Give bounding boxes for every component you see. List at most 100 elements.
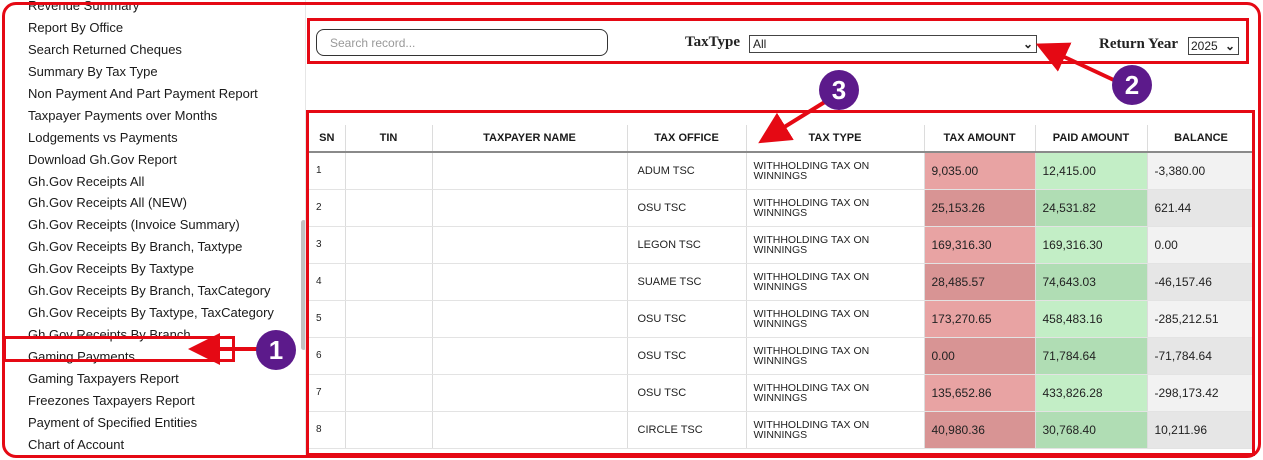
- table-body: 1 ADUM TSC WITHHOLDING TAX ON WINNINGS 9,03…: [309, 152, 1255, 449]
- cell-tin: [345, 263, 433, 301]
- sidebar-item[interactable]: Gh.Gov Receipts By Taxtype, TaxCategory: [5, 302, 305, 324]
- cell-paid-amount: 30,768.40: [1035, 411, 1148, 449]
- cell-taxpayer-name: [432, 374, 628, 412]
- sidebar-item[interactable]: Non Payment And Part Payment Report: [5, 83, 305, 105]
- cell-tax-office: SUAME TSC: [627, 263, 747, 301]
- cell-tax-type: WITHHOLDING TAX ON WINNINGS: [746, 411, 925, 449]
- cell-tin: [345, 374, 433, 412]
- column-header[interactable]: TAX AMOUNT: [924, 125, 1036, 153]
- cell-taxpayer-name: [432, 337, 628, 375]
- cell-tax-type: WITHHOLDING TAX ON WINNINGS: [746, 263, 925, 301]
- filter-highlight: [307, 18, 1249, 64]
- sidebar-item[interactable]: Search Returned Cheques: [5, 39, 305, 61]
- sidebar-item[interactable]: Summary By Tax Type: [5, 61, 305, 83]
- sidebar: Revenue Summary Report By Office Search Re…: [5, 0, 305, 458]
- column-header[interactable]: SN: [309, 125, 346, 153]
- column-header[interactable]: TAXPAYER NAME: [432, 125, 628, 153]
- cell-tax-type: WITHHOLDING TAX ON WINNINGS: [746, 300, 925, 338]
- sidebar-item[interactable]: Taxpayer Payments over Months: [5, 105, 305, 127]
- cell-tax-office: ADUM TSC: [627, 152, 747, 190]
- cell-tax-office: OSU TSC: [627, 189, 747, 227]
- sidebar-item[interactable]: Gh.Gov Receipts By Branch, TaxCategory: [5, 280, 305, 302]
- callout-badge-1: 1: [256, 330, 296, 370]
- table-header-row: SN TIN TAXPAYER NAME TAX OFFICE TAX TYPE TAX …: [309, 125, 1255, 153]
- callout-badge-3: 3: [819, 70, 859, 110]
- cell-tax-office: LEGON TSC: [627, 226, 747, 264]
- table-row[interactable]: 4 SUAME TSC WITHHOLDING TAX ON WINNINGS 28,…: [309, 263, 1255, 301]
- sidebar-item[interactable]: Download Gh.Gov Report: [5, 149, 305, 171]
- cell-sn: 3: [309, 226, 346, 264]
- cell-balance: -285,212.51: [1147, 300, 1255, 338]
- cell-sn: 5: [309, 300, 346, 338]
- cell-sn: 4: [309, 263, 346, 301]
- cell-paid-amount: 24,531.82: [1035, 189, 1148, 227]
- cell-tin: [345, 300, 433, 338]
- cell-taxpayer-name: [432, 263, 628, 301]
- sidebar-item[interactable]: Report By Office: [5, 17, 305, 39]
- payments-table: SN TIN TAXPAYER NAME TAX OFFICE TAX TYPE TAX …: [309, 125, 1255, 449]
- cell-sn: 6: [309, 337, 346, 375]
- sidebar-item[interactable]: Gh.Gov Receipts By Branch, Taxtype: [5, 236, 305, 258]
- column-header[interactable]: TIN: [345, 125, 433, 153]
- cell-sn: 7: [309, 374, 346, 412]
- table-row[interactable]: 8 CIRCLE TSC WITHHOLDING TAX ON WINNINGS 40…: [309, 411, 1255, 449]
- column-header[interactable]: PAID AMOUNT: [1035, 125, 1148, 153]
- cell-tax-amount: 40,980.36: [924, 411, 1036, 449]
- cell-tax-type: WITHHOLDING TAX ON WINNINGS: [746, 226, 925, 264]
- sidebar-item[interactable]: Payment of Specified Entities: [5, 412, 305, 434]
- sidebar-item[interactable]: Revenue Summary: [5, 0, 305, 17]
- callout-badge-2: 2: [1112, 65, 1152, 105]
- table-row[interactable]: 2 OSU TSC WITHHOLDING TAX ON WINNINGS 25,15…: [309, 189, 1255, 227]
- cell-tax-type: WITHHOLDING TAX ON WINNINGS: [746, 189, 925, 227]
- sidebar-menu: Revenue Summary Report By Office Search Re…: [5, 0, 305, 456]
- cell-tax-amount: 135,652.86: [924, 374, 1036, 412]
- cell-balance: -46,157.46: [1147, 263, 1255, 301]
- cell-tax-office: OSU TSC: [627, 374, 747, 412]
- sidebar-item[interactable]: Gaming Taxpayers Report: [5, 368, 305, 390]
- table-row[interactable]: 6 OSU TSC WITHHOLDING TAX ON WINNINGS 0.00 7…: [309, 337, 1255, 375]
- cell-paid-amount: 169,316.30: [1035, 226, 1148, 264]
- cell-tin: [345, 226, 433, 264]
- cell-tax-type: WITHHOLDING TAX ON WINNINGS: [746, 374, 925, 412]
- cell-taxpayer-name: [432, 226, 628, 264]
- sidebar-item[interactable]: Gh.Gov Receipts All: [5, 171, 305, 193]
- sidebar-item[interactable]: Gh.Gov Receipts All (NEW): [5, 192, 305, 214]
- cell-tax-office: OSU TSC: [627, 300, 747, 338]
- table-row[interactable]: 3 LEGON TSC WITHHOLDING TAX ON WINNINGS 169…: [309, 226, 1255, 264]
- cell-tax-amount: 28,485.57: [924, 263, 1036, 301]
- cell-paid-amount: 74,643.03: [1035, 263, 1148, 301]
- table-row[interactable]: 5 OSU TSC WITHHOLDING TAX ON WINNINGS 173,2…: [309, 300, 1255, 338]
- cell-balance: -3,380.00: [1147, 152, 1255, 190]
- table-row[interactable]: 1 ADUM TSC WITHHOLDING TAX ON WINNINGS 9,03…: [309, 152, 1255, 190]
- sidebar-item[interactable]: Lodgements vs Payments: [5, 127, 305, 149]
- cell-tax-amount: 169,316.30: [924, 226, 1036, 264]
- column-header[interactable]: TAX TYPE: [746, 125, 925, 153]
- payments-table-container: SN TIN TAXPAYER NAME TAX OFFICE TAX TYPE TAX …: [309, 125, 1255, 455]
- sidebar-item[interactable]: Chart of Account: [5, 434, 305, 456]
- cell-balance: 621.44: [1147, 189, 1255, 227]
- sidebar-item[interactable]: Gh.Gov Receipts (Invoice Summary): [5, 214, 305, 236]
- cell-paid-amount: 458,483.16: [1035, 300, 1148, 338]
- cell-paid-amount: 433,826.28: [1035, 374, 1148, 412]
- cell-balance: -71,784.64: [1147, 337, 1255, 375]
- cell-balance: 10,211.96: [1147, 411, 1255, 449]
- sidebar-item[interactable]: Freezones Taxpayers Report: [5, 390, 305, 412]
- cell-paid-amount: 12,415.00: [1035, 152, 1148, 190]
- table-row[interactable]: 7 OSU TSC WITHHOLDING TAX ON WINNINGS 135,6…: [309, 374, 1255, 412]
- cell-tax-type: WITHHOLDING TAX ON WINNINGS: [746, 337, 925, 375]
- cell-taxpayer-name: [432, 152, 628, 190]
- cell-tin: [345, 337, 433, 375]
- column-header[interactable]: BALANCE: [1147, 125, 1255, 153]
- cell-tax-office: CIRCLE TSC: [627, 411, 747, 449]
- cell-sn: 8: [309, 411, 346, 449]
- cell-tax-type: WITHHOLDING TAX ON WINNINGS: [746, 152, 925, 190]
- column-header[interactable]: TAX OFFICE: [627, 125, 747, 153]
- cell-balance: -298,173.42: [1147, 374, 1255, 412]
- gaming-payments-highlight: [3, 336, 235, 362]
- cell-tin: [345, 189, 433, 227]
- cell-taxpayer-name: [432, 300, 628, 338]
- cell-tax-office: OSU TSC: [627, 337, 747, 375]
- cell-sn: 2: [309, 189, 346, 227]
- sidebar-item[interactable]: Gh.Gov Receipts By Taxtype: [5, 258, 305, 280]
- cell-sn: 1: [309, 152, 346, 190]
